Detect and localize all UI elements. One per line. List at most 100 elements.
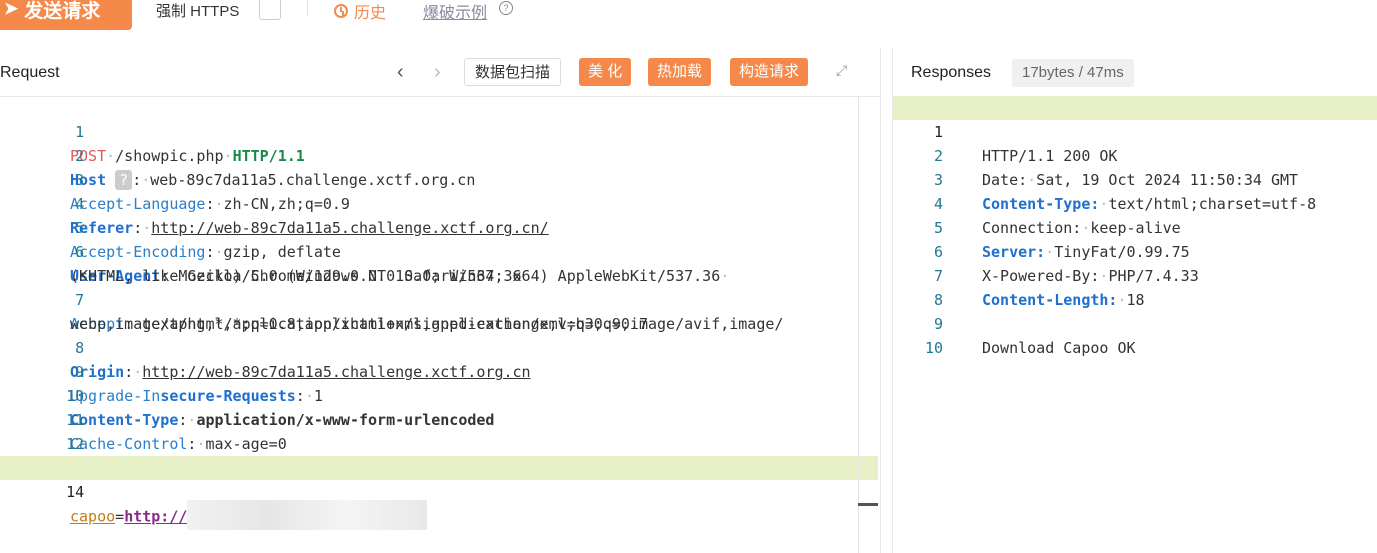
code-line: 6 User-Agent:·Mozilla/5.0 (Windows NT 10… bbox=[0, 216, 729, 285]
header-value: application/x-www-form-urlencoded bbox=[196, 411, 495, 429]
code-line: 6 X-Powered-By:·PHP/7.4.33 bbox=[893, 216, 1199, 285]
help-icon[interactable]: ? bbox=[499, 1, 513, 15]
request-panel: Request ‹ › 数据包扫描 美 化 热加载 构造请求 ⤢ 1 POST·… bbox=[0, 48, 881, 553]
editor-scrollbar[interactable] bbox=[858, 96, 859, 553]
code-line: 7 Accept:·text/html,application/xhtml+xm… bbox=[0, 264, 783, 333]
force-https-checkbox[interactable] bbox=[259, 0, 281, 20]
header-key: Server: bbox=[982, 243, 1046, 261]
header-value: 18 bbox=[1126, 291, 1145, 309]
line-number: 7 bbox=[75, 291, 85, 309]
header-value-continued: (KHTML, like Gecko) Chrome/129.0.0.0 Saf… bbox=[70, 267, 522, 285]
body-param-key: capoo bbox=[70, 507, 116, 526]
code-line: 5 Accept-Encoding:·gzip, deflate bbox=[0, 192, 341, 261]
code-line: 3 Accept-Language:·zh-CN,zh;q=0.9 bbox=[0, 144, 350, 213]
line-number: 12 bbox=[66, 435, 85, 453]
request-header: Request ‹ › 数据包扫描 美 化 热加载 构造请求 ⤢ bbox=[0, 48, 880, 97]
clock-icon bbox=[334, 4, 348, 18]
body-param-value: http:// bbox=[124, 507, 188, 526]
help-badge[interactable]: ? bbox=[115, 170, 133, 190]
send-icon: ➤ bbox=[4, 0, 19, 18]
code-line: 2 Host ?:·web-89c7da11a5.challenge.xctf.… bbox=[0, 120, 475, 190]
line-number: 10 bbox=[66, 387, 85, 405]
redacted-region bbox=[187, 500, 428, 530]
header-value: gzip, deflate bbox=[223, 243, 341, 261]
response-panel: Responses 17bytes / 47ms 1 HTTP/1.1 200 … bbox=[892, 48, 1377, 553]
response-meta-badge: 17bytes / 47ms bbox=[1012, 59, 1134, 87]
code-line: 9 Upgrade-Insecure-Requests:·1 bbox=[0, 336, 323, 405]
code-line: 10 bbox=[893, 312, 947, 357]
line-number: 6 bbox=[75, 243, 85, 261]
header-value: Sat, 19 Oct 2024 11:50:34 GMT bbox=[1036, 171, 1299, 189]
status-line: HTTP/1.1 200 OK bbox=[982, 147, 1118, 165]
line-number: 3 bbox=[75, 171, 85, 189]
send-request-button[interactable]: ➤ 发送请求 bbox=[0, 0, 132, 30]
header-value: text/html;charset=utf-8 bbox=[1108, 195, 1317, 213]
line-number: 14 bbox=[66, 483, 85, 501]
code-line: 1 POST·/showpic.php·HTTP/1.1 bbox=[0, 96, 305, 165]
toolbar-divider bbox=[307, 0, 308, 16]
header-value: max-age=0 bbox=[205, 435, 287, 453]
line-number: 2 bbox=[75, 147, 85, 165]
send-request-label: 发送请求 bbox=[24, 0, 101, 22]
header-key: Content-Type: bbox=[982, 195, 1100, 213]
code-line: 12 Content-Lengthauto:·36 bbox=[0, 408, 277, 478]
header-key: Accept-Encoding bbox=[70, 243, 206, 261]
code-line: 7 Content-Length:·18 bbox=[893, 240, 1145, 309]
history-label: 历史 bbox=[354, 5, 387, 22]
line-number: 4 bbox=[75, 195, 85, 213]
code-line: 4 Referer:·http://web-89c7da11a5.challen… bbox=[0, 168, 549, 237]
code-line-wrap: (KHTML, like Gecko) Chrome/129.0.0.0 Saf… bbox=[0, 240, 522, 285]
code-line: 13 bbox=[0, 432, 84, 477]
header-value: web-89c7da11a5.challenge.xctf.org.cn bbox=[150, 171, 476, 189]
header-key: Cache-Control bbox=[70, 435, 188, 453]
response-header: Responses 17bytes / 47ms bbox=[893, 48, 1377, 97]
header-value: PHP/7.4.33 bbox=[1108, 267, 1199, 285]
expand-icon[interactable]: ⤢ bbox=[836, 62, 847, 79]
code-line: 2 Date:·Sat, 19 Oct 2024 11:50:34 GMT bbox=[893, 120, 1298, 189]
line-number: 11 bbox=[66, 411, 85, 429]
code-line-active: 1 HTTP/1.1 200 OK bbox=[893, 96, 1377, 165]
code-line: 3 Content-Type:·text/html;charset=utf-8 bbox=[893, 144, 1316, 213]
code-line: 8 Origin:·http://web-89c7da11a5.challeng… bbox=[0, 312, 531, 381]
code-line: 11 Cache-Control:·max-age=0 bbox=[0, 384, 287, 453]
hot-load-button[interactable]: 热加载 bbox=[648, 58, 712, 86]
header-key: Date: bbox=[982, 171, 1028, 189]
header-key-part: secure-Requests bbox=[160, 387, 296, 405]
chevron-right-icon[interactable]: › bbox=[434, 61, 441, 84]
code-line-active: 14 capoo=http:// bbox=[0, 456, 878, 530]
header-value-link[interactable]: http://web-89c7da11a5.challenge.xctf.org… bbox=[151, 219, 548, 237]
code-line: 4 Connection:·keep-alive bbox=[893, 168, 1181, 237]
header-key: X-Powered-By: bbox=[982, 267, 1100, 285]
header-value: keep-alive bbox=[1090, 219, 1181, 237]
response-title: Responses bbox=[911, 64, 992, 81]
force-https-label: 强制 HTTPS bbox=[156, 3, 240, 20]
path: /showpic.php bbox=[115, 147, 224, 165]
header-key: Content-Type bbox=[70, 411, 179, 429]
build-request-button[interactable]: 构造请求 bbox=[730, 58, 809, 86]
chevron-left-icon[interactable]: ‹ bbox=[397, 61, 404, 84]
history-button[interactable]: 历史 bbox=[334, 0, 386, 23]
header-value: zh-CN,zh;q=0.9 bbox=[223, 195, 350, 213]
code-line-wrap: webp,image/apng,*/*;q=0.8,application/si… bbox=[0, 288, 648, 333]
scroll-position-marker bbox=[858, 503, 878, 506]
response-body: Download Capoo OK bbox=[982, 339, 1136, 357]
brute-force-demo-link[interactable]: 爆破示例 bbox=[423, 0, 487, 23]
line-number: 5 bbox=[75, 219, 85, 237]
line-number: 8 bbox=[75, 339, 85, 357]
line-number: 10 bbox=[924, 339, 943, 357]
code-line: 9 Download Capoo OK bbox=[893, 288, 1136, 357]
header-key: Connection: bbox=[982, 219, 1082, 237]
packet-scan-button[interactable]: 数据包扫描 bbox=[464, 58, 562, 86]
line-number: 9 bbox=[75, 363, 85, 381]
beautify-button[interactable]: 美 化 bbox=[579, 58, 632, 86]
request-title: Request bbox=[0, 64, 60, 81]
line-number: 1 bbox=[75, 123, 85, 141]
protocol: HTTP/1.1 bbox=[232, 147, 305, 165]
header-value: TinyFat/0.99.75 bbox=[1054, 243, 1190, 261]
header-value: 1 bbox=[313, 387, 323, 405]
code-line: 8 bbox=[893, 264, 947, 309]
header-value-link[interactable]: http://web-89c7da11a5.challenge.xctf.org… bbox=[142, 363, 530, 381]
code-line: 5 Server:·TinyFat/0.99.75 bbox=[893, 192, 1190, 261]
code-line: 10 Content-Type:·application/x-www-form-… bbox=[0, 360, 494, 429]
header-value-continued: webp,image/apng,*/*;q=0.8,application/si… bbox=[70, 315, 648, 333]
